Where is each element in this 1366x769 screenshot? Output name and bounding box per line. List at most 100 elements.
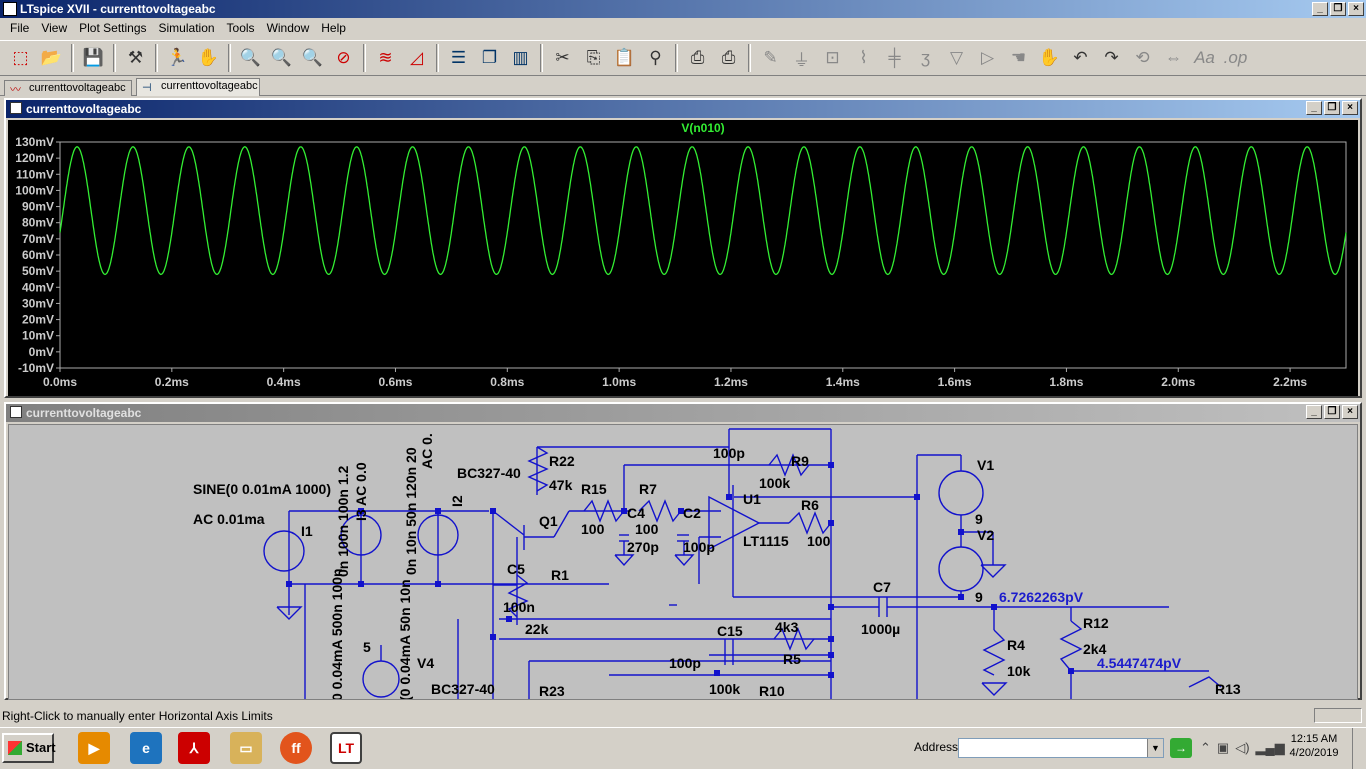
schematic-label-I2-pwl[interactable]: 0n 10n 50n 120n 20 — [403, 447, 419, 575]
schematic-label-C4-value[interactable]: 270p — [627, 539, 659, 555]
menu-tools[interactable]: Tools — [221, 21, 261, 35]
drag-icon[interactable]: ✋ — [1035, 44, 1064, 73]
schematic-label-R5[interactable]: R5 — [783, 651, 801, 667]
schematic-label-R1-value[interactable]: 22k — [525, 621, 548, 637]
schematic-label-V4[interactable]: V4 — [417, 655, 434, 671]
ltspice-icon[interactable]: LT — [330, 732, 362, 764]
schematic-label-C2-value[interactable]: 100p — [683, 539, 715, 555]
capacitor-icon[interactable]: ╪ — [880, 44, 909, 73]
cascade-icon[interactable]: ❐ — [475, 44, 504, 73]
schematic-minimize-button[interactable]: _ — [1306, 405, 1322, 419]
schematic-label-c-100p[interactable]: 100p — [713, 445, 745, 461]
schematic-label-C4[interactable]: C4 — [627, 505, 645, 521]
schematic-label-Q-model-2[interactable]: BC327-40 — [431, 681, 495, 697]
menu-view[interactable]: View — [35, 21, 73, 35]
undo-icon[interactable]: ↶ — [1066, 44, 1095, 73]
control-panel-icon[interactable]: ⚒ — [121, 44, 150, 73]
print-setup-icon[interactable]: ⎙ — [683, 44, 712, 73]
schematic-label-I3-pwl[interactable]: 0n 100n 100n 1.2 — [335, 466, 351, 577]
tile-vertical-icon[interactable]: ▥ — [506, 44, 535, 73]
zoom-out-icon[interactable]: 🔍 — [298, 44, 327, 73]
schematic-label-U1[interactable]: U1 — [743, 491, 761, 507]
schematic-label-R12[interactable]: R12 — [1083, 615, 1109, 631]
schematic-label-R9[interactable]: R9 — [791, 453, 809, 469]
schematic-label-R10-value[interactable]: 100k — [709, 681, 740, 697]
schematic-label-C15-value[interactable]: 100p — [669, 655, 701, 671]
find-icon[interactable]: ⚲ — [641, 44, 670, 73]
schematic-label-V4-pulse[interactable]: (0 0.04mA 50n 10n — [397, 579, 413, 699]
spice-directive-icon[interactable]: .op — [1221, 44, 1250, 73]
restore-button[interactable]: ❐ — [1330, 2, 1346, 16]
resistor-icon[interactable]: ⌇ — [849, 44, 878, 73]
autorange-icon[interactable]: ≋ — [371, 44, 400, 73]
inductor-icon[interactable]: ʒ — [911, 44, 940, 73]
schematic-label-C5-value[interactable]: 100n — [503, 599, 535, 615]
paste-icon[interactable]: 📋 — [610, 44, 639, 73]
start-button[interactable]: Start — [2, 733, 56, 763]
copy-icon[interactable]: ⎘ — [579, 44, 608, 73]
clock[interactable]: 12:15 AM 4/20/2019 — [1284, 732, 1344, 760]
schematic-label-R22-value[interactable]: 47k — [549, 477, 572, 493]
schematic-label-R4-value[interactable]: 10k — [1007, 663, 1030, 679]
menu-plot-settings[interactable]: Plot Settings — [73, 21, 152, 35]
new-schematic-icon[interactable]: ⬚ — [6, 44, 35, 73]
plot-restore-button[interactable]: ❐ — [1324, 101, 1340, 115]
schematic-label-I2-ac[interactable]: AC 0. — [419, 433, 435, 469]
zoom-in-icon[interactable]: 🔍 — [236, 44, 265, 73]
schematic-label-I1[interactable]: I1 — [301, 523, 313, 539]
schematic-label-Q1[interactable]: Q1 — [539, 513, 558, 529]
media-player-icon[interactable]: ▶ — [78, 732, 110, 764]
component-icon[interactable]: ▷ — [973, 44, 1002, 73]
schematic-label-R7-value[interactable]: 100 — [635, 521, 658, 537]
schematic-label-C5[interactable]: C5 — [507, 561, 525, 577]
schematic-label-ac[interactable]: AC 0.01ma — [193, 511, 265, 527]
explorer-icon[interactable]: ▭ — [230, 732, 262, 764]
devices-icon[interactable]: ▣ — [1217, 740, 1229, 756]
show-desktop-button[interactable] — [1352, 728, 1366, 769]
text-icon[interactable]: Aa — [1190, 44, 1219, 73]
schematic-voltage-probe-2[interactable]: 4.5447474pV — [1097, 655, 1181, 671]
schematic-label-R7[interactable]: R7 — [639, 481, 657, 497]
zoom-pan-icon[interactable]: 🔍 — [267, 44, 296, 73]
schematic-voltage-probe-1[interactable]: 6.7262263pV — [999, 589, 1083, 605]
schematic-label-Q-model[interactable]: BC327-40 — [457, 465, 521, 481]
schematic-label-I2[interactable]: I2 — [449, 495, 465, 507]
schematic-label-C7-value[interactable]: 1000µ — [861, 621, 900, 637]
zoom-cancel-icon[interactable]: ⊘ — [329, 44, 358, 73]
plot-minimize-button[interactable]: _ — [1306, 101, 1322, 115]
plot-settings-icon[interactable]: ◿ — [402, 44, 431, 73]
schematic-label-V2-value[interactable]: 9 — [975, 589, 983, 605]
schematic-label-R9-value[interactable]: 100k — [759, 475, 790, 491]
schematic-close-button[interactable]: × — [1342, 405, 1358, 419]
schematic-label-V3-pulse[interactable]: 0 0.04mA 500n 100n — [329, 568, 345, 699]
schematic-label-C2[interactable]: C2 — [683, 505, 701, 521]
schematic-label-V1[interactable]: V1 — [977, 457, 994, 473]
schematic-label-R6-value[interactable]: 100 — [807, 533, 830, 549]
schematic-label-node-5[interactable]: 5 — [363, 639, 371, 655]
tab-plot[interactable]: 〰 currenttovoltageabc — [4, 80, 132, 96]
schematic-label-sine[interactable]: SINE(0 0.01mA 1000) — [193, 481, 331, 497]
waveform-plot-area[interactable]: 130mV 120mV 110mV 100mV 90mV 80mV 70mV 60mV 50mV… — [8, 120, 1358, 396]
volume-icon[interactable]: ◁) — [1235, 740, 1249, 756]
schematic-label-R13[interactable]: R13 — [1215, 681, 1241, 697]
schematic-label-C15[interactable]: C15 — [717, 623, 743, 639]
schematic-label-LT1115[interactable]: LT1115 — [743, 533, 789, 549]
print-icon[interactable]: ⎙ — [714, 44, 743, 73]
menu-file[interactable]: File — [4, 21, 35, 35]
schematic-label-R15-value[interactable]: 100 — [581, 521, 604, 537]
mirror-icon[interactable]: ⇔ — [1159, 44, 1188, 73]
schematic-label-R1[interactable]: R1 — [551, 567, 569, 583]
go-arrow-icon[interactable]: → — [1170, 738, 1192, 758]
pdf-icon[interactable]: ⅄ — [178, 732, 210, 764]
schematic-label-R15[interactable]: R15 — [581, 481, 607, 497]
chevron-up-icon[interactable]: ⌃ — [1200, 740, 1211, 756]
network-signal-icon[interactable]: ▂▄▆ — [1256, 740, 1285, 756]
run-icon[interactable]: 🏃 — [163, 44, 192, 73]
save-icon[interactable]: 💾 — [79, 44, 108, 73]
address-input[interactable]: ▼ — [958, 738, 1164, 758]
schematic-label-R23[interactable]: R23 — [539, 683, 565, 699]
menu-help[interactable]: Help — [315, 21, 352, 35]
plot-close-button[interactable]: × — [1342, 101, 1358, 115]
close-button[interactable]: × — [1348, 2, 1364, 16]
open-icon[interactable]: 📂 — [37, 44, 66, 73]
